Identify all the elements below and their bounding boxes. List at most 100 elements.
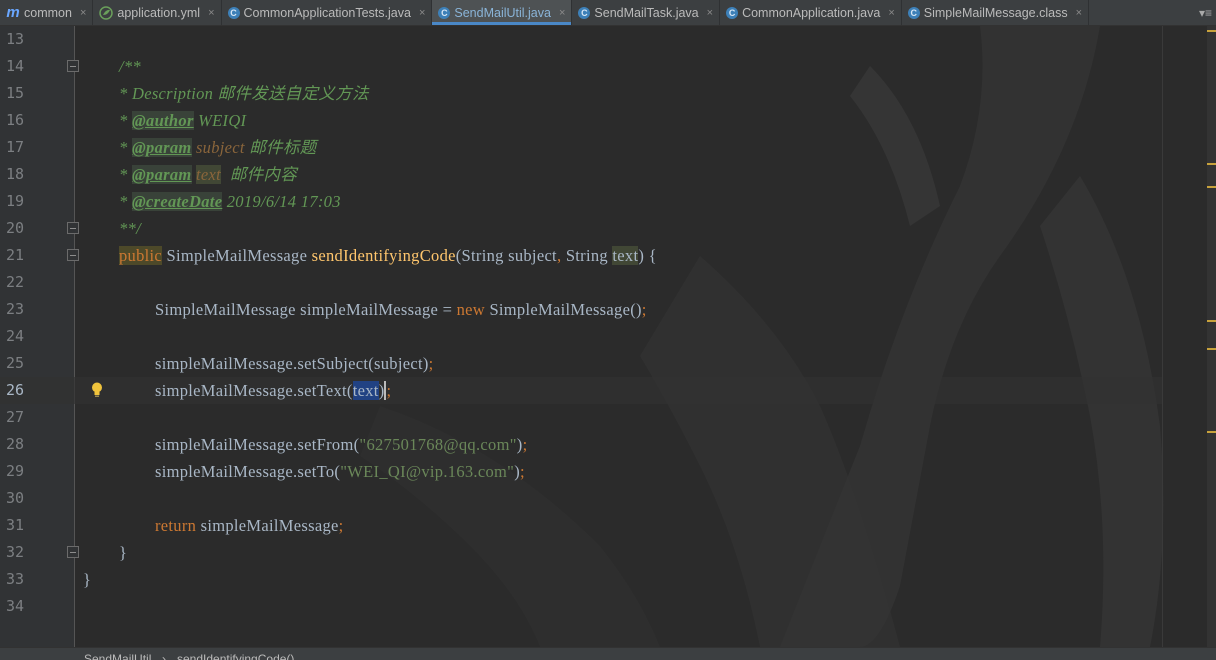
error-stripe-scrollbar[interactable] [1207,26,1216,647]
line-number: 27 [5,408,24,426]
doc-tag: @author [131,111,194,130]
fold-end-icon[interactable] [67,222,79,234]
line-number: 20 [5,219,24,237]
code-line[interactable]: 19 * @createDate 2019/6/14 17:03 [0,188,1162,215]
code-line[interactable]: 28 simpleMailMessage.setFrom("627501768@… [0,431,1162,458]
doc-text: 邮件内容 [220,165,298,184]
close-icon[interactable]: × [559,7,565,19]
code-line[interactable]: 24 [0,323,1162,350]
fold-collapse-icon[interactable] [67,60,79,72]
closing-brace: } [119,543,128,562]
statement: return simpleMailMessage; [155,512,344,539]
lightbulb-intention-icon[interactable] [90,381,104,399]
fold-end-icon[interactable] [67,546,79,558]
code-line[interactable]: 32 } [0,539,1162,566]
code-line[interactable]: 23 SimpleMailMessage simpleMailMessage =… [0,296,1162,323]
line-number: 33 [5,570,24,588]
code-line[interactable]: 13 [0,26,1162,53]
doc-star: * [119,192,132,211]
code-line[interactable]: 25 simpleMailMessage.setSubject(subject)… [0,350,1162,377]
warning-marker[interactable] [1207,30,1216,32]
class-c-icon: C [438,6,451,19]
keyword-return: return [155,516,197,535]
right-margin-guide [1162,26,1163,647]
code-line[interactable]: 20 **/ [0,215,1162,242]
doc-comment: * @param subject 邮件标题 [119,134,316,161]
string-literal: "WEI_QI@vip.163.com" [340,462,515,481]
code-text: simpleMailMessage.setFrom( [155,435,360,454]
doc-comment: /** [119,57,141,76]
semicolon: ; [641,300,647,319]
code-line[interactable]: 18 * @param text 邮件内容 [0,161,1162,188]
line-number: 16 [5,111,24,129]
tab-common-application-tests[interactable]: C CommonApplicationTests.java × [222,0,433,25]
doc-comment: * Description 邮件发送自定义方法 [119,84,369,103]
code-line[interactable]: 14 /** [0,53,1162,80]
spring-leaf-icon [99,5,114,20]
code-line[interactable]: 34 [0,593,1162,620]
code-text: simpleMailMessage.setText( [155,381,353,400]
warning-marker[interactable] [1207,320,1216,322]
doc-param-name: text [195,165,221,184]
close-icon[interactable]: × [1076,7,1082,19]
doc-star: * [119,138,132,157]
keyword-public: public [119,246,163,265]
line-number: 14 [5,57,24,75]
return-type: SimpleMailMessage [162,246,312,265]
code-text: simpleMailMessage [196,516,339,535]
code-line-current[interactable]: 26 simpleMailMessage.setText(text); [0,377,1162,404]
line-number: 26 [5,381,24,399]
warning-marker[interactable] [1207,163,1216,165]
doc-star: * [119,165,132,184]
semicolon: ; [338,516,344,535]
close-icon[interactable]: × [80,7,86,19]
code-line[interactable]: 16 * @author WEIQI [0,107,1162,134]
warning-marker[interactable] [1207,348,1216,350]
doc-text: 2019/6/14 17:03 [222,192,341,211]
selected-text: text [352,381,379,400]
close-icon[interactable]: × [707,7,713,19]
code-line[interactable]: 29 simpleMailMessage.setTo("WEI_QI@vip.1… [0,458,1162,485]
tab-application-yml[interactable]: application.yml × [93,0,222,25]
code-line[interactable]: 33 } [0,566,1162,593]
tab-send-mail-task[interactable]: C SendMailTask.java × [572,0,721,25]
line-number: 28 [5,435,24,453]
code-line[interactable]: 27 [0,404,1162,431]
tab-common[interactable]: m common × [0,0,94,25]
code-editor[interactable]: 13 14 /** 15 * Description 邮件发送自定义方法 16 … [0,26,1216,647]
close-icon[interactable]: × [888,7,894,19]
class-c-icon: C [227,6,240,19]
close-icon[interactable]: × [208,7,214,19]
keyword-new: new [456,300,486,319]
code-text: simpleMailMessage.setTo( [155,462,341,481]
code-line[interactable]: 17 * @param subject 邮件标题 [0,134,1162,161]
editor-tab-bar: m common × application.yml × C CommonApp… [0,0,1216,26]
doc-tag: @createDate [131,192,223,211]
line-number: 22 [5,273,24,291]
code-line[interactable]: 30 [0,485,1162,512]
code-line[interactable]: 22 [0,269,1162,296]
line-number: 32 [5,543,24,561]
class-c-icon: C [907,6,920,19]
statement: simpleMailMessage.setTo("WEI_QI@vip.163.… [155,458,525,485]
warning-marker[interactable] [1207,186,1216,188]
tab-send-mail-util[interactable]: C SendMailUtil.java × [432,0,573,25]
doc-tag: @param [131,138,192,157]
code-line[interactable]: 15 * Description 邮件发送自定义方法 [0,80,1162,107]
tab-common-application[interactable]: C CommonApplication.java × [720,0,902,25]
closing-brace: } [83,570,92,589]
params-close: ) { [638,246,657,265]
warning-marker[interactable] [1207,431,1216,433]
tab-list-menu-icon[interactable]: ▾≡ [1195,0,1216,25]
fold-collapse-icon[interactable] [67,249,79,261]
doc-comment: **/ [119,219,141,238]
code-line[interactable]: 31 return simpleMailMessage; [0,512,1162,539]
line-number: 23 [5,300,24,318]
tab-label: application.yml [117,5,201,20]
tab-simple-mail-message-class[interactable]: C SimpleMailMessage.class × [902,0,1090,25]
doc-comment: * @createDate 2019/6/14 17:03 [119,188,341,215]
close-icon[interactable]: × [419,7,425,19]
line-number: 25 [5,354,24,372]
code-line[interactable]: 21 public SimpleMailMessage sendIdentify… [0,242,1162,269]
statement: simpleMailMessage.setFrom("627501768@qq.… [155,431,527,458]
